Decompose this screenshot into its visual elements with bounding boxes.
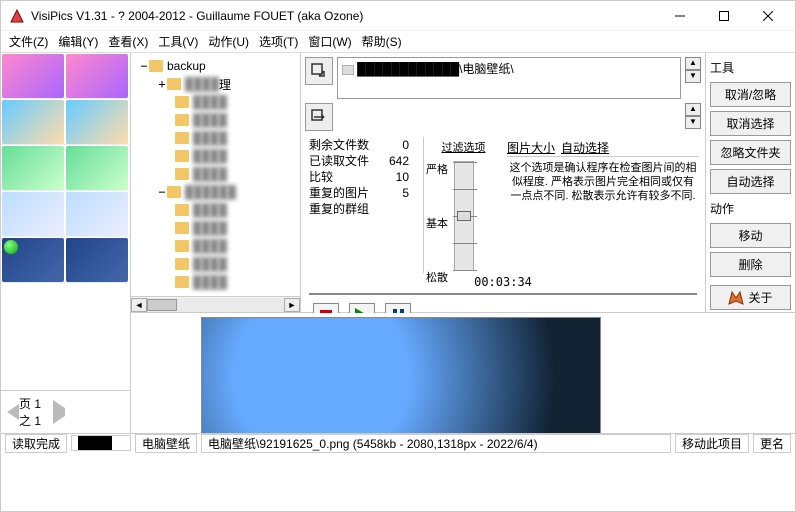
stat-label: 剩余文件数 [309, 137, 383, 153]
menu-file[interactable]: 文件(Z) [9, 33, 48, 50]
dup-group[interactable] [1, 191, 130, 237]
tree-item-label[interactable]: 理 [219, 76, 231, 93]
tree-hscroll[interactable]: ◄ ► [131, 296, 300, 312]
filter-description: 这个选项是确认程序在检查图片间的相似程度. 严格表示图片完全相同或仅有一点点不同… [507, 161, 699, 203]
stat-label: 重复的图片 [309, 185, 383, 201]
preview-image[interactable] [201, 317, 601, 433]
remove-folder-button[interactable] [305, 103, 333, 131]
filter-title: 过滤选项 [428, 139, 499, 155]
fox-icon [728, 290, 744, 306]
status-move-hint: 移动此项目 [675, 434, 749, 453]
slider-thumb[interactable] [457, 211, 471, 221]
page-next-button[interactable] [53, 400, 124, 424]
path-list[interactable]: ████████████\电脑壁纸\ [337, 57, 681, 99]
status-rename: 更名 [753, 434, 791, 453]
tools-header: 工具 [710, 57, 791, 78]
page-label: 页 1 之 1 [19, 395, 53, 429]
menu-options[interactable]: 选项(T) [259, 33, 298, 50]
scroll-right-icon[interactable]: ► [284, 298, 300, 312]
filter-slider[interactable] [454, 161, 474, 271]
stat-label: 已读取文件 [309, 153, 383, 169]
right-toolbar: 工具 取消/忽略 取消选择 忽略文件夹 自动选择 动作 移动 删除 关于 [705, 53, 795, 312]
path-value: \电脑壁纸\ [459, 62, 514, 76]
stat-value: 5 [383, 185, 409, 201]
pager: 页 1 之 1 [1, 390, 130, 433]
cancel-select-button[interactable]: 取消选择 [710, 111, 791, 136]
tab-image-size[interactable]: 图片大小 [507, 139, 555, 156]
dup-group[interactable] [1, 99, 130, 145]
stat-label: 重复的群组 [309, 201, 383, 217]
statusbar: 读取完成 ████ 电脑壁纸 电脑壁纸\92191625_0.png (5458… [1, 433, 795, 452]
tree-item-label[interactable]: backup [167, 59, 206, 73]
add-folder-button[interactable] [305, 57, 333, 85]
status-folder: 电脑壁纸 [135, 434, 197, 453]
window-title: VisiPics V1.31 - ? 2004-2012 - Guillaume… [31, 9, 667, 23]
dup-group[interactable] [1, 145, 130, 191]
auto-select-button[interactable]: 自动选择 [710, 169, 791, 194]
menubar: 文件(Z) 编辑(Y) 查看(X) 工具(V) 动作(U) 选项(T) 窗口(W… [1, 31, 795, 53]
stat-value: 642 [383, 153, 409, 169]
delete-button[interactable]: 删除 [710, 252, 791, 277]
menu-actions[interactable]: 动作(U) [208, 33, 249, 50]
stat-value: 0 [383, 137, 409, 153]
preview-panel [131, 313, 795, 433]
actions-header: 动作 [710, 198, 791, 219]
filter-basic-label: 基本 [426, 215, 448, 231]
app-icon [9, 8, 25, 24]
titlebar: VisiPics V1.31 - ? 2004-2012 - Guillaume… [1, 1, 795, 31]
page-prev-button[interactable] [7, 404, 19, 420]
dup-group[interactable] [1, 237, 130, 283]
folder-tree[interactable]: −backup +████理 ████ ████ ████ ████ ████ … [131, 53, 301, 312]
menu-tools[interactable]: 工具(V) [158, 33, 198, 50]
status-blur: ████ [71, 435, 131, 451]
minimize-button[interactable] [667, 6, 693, 26]
scroll-left-icon[interactable]: ◄ [131, 298, 147, 312]
selected-indicator-icon [4, 240, 18, 254]
filter-loose-label: 松散 [426, 269, 448, 285]
ignore-folder-button[interactable]: 忽略文件夹 [710, 140, 791, 165]
progress-bar [309, 293, 697, 295]
menu-window[interactable]: 窗口(W) [308, 33, 351, 50]
about-label: 关于 [748, 289, 772, 306]
dup-group[interactable] [1, 53, 130, 99]
menu-view[interactable]: 查看(X) [108, 33, 148, 50]
status-file: 电脑壁纸\92191625_0.png (5458kb - 2080,1318p… [201, 434, 671, 453]
menu-edit[interactable]: 编辑(Y) [58, 33, 98, 50]
close-button[interactable] [755, 6, 781, 26]
elapsed-timer: 00:03:34 [303, 273, 703, 291]
status-read: 读取完成 [5, 434, 67, 453]
move-button[interactable]: 移动 [710, 223, 791, 248]
menu-help[interactable]: 帮助(S) [362, 33, 402, 50]
path-spinner2[interactable]: ▲▼ [685, 103, 701, 129]
about-button[interactable]: 关于 [710, 285, 791, 310]
folder-icon [149, 60, 163, 72]
thumbnail-panel: 页 1 之 1 [1, 53, 131, 433]
path-spinner[interactable]: ▲▼ [685, 57, 701, 83]
stat-value: 10 [383, 169, 409, 185]
collapse-icon[interactable]: − [139, 59, 149, 73]
filter-strict-label: 严格 [426, 161, 448, 177]
stat-label: 比较 [309, 169, 383, 185]
maximize-button[interactable] [711, 6, 737, 26]
cancel-ignore-button[interactable]: 取消/忽略 [710, 82, 791, 107]
tab-auto-select[interactable]: 自动选择 [561, 139, 609, 156]
